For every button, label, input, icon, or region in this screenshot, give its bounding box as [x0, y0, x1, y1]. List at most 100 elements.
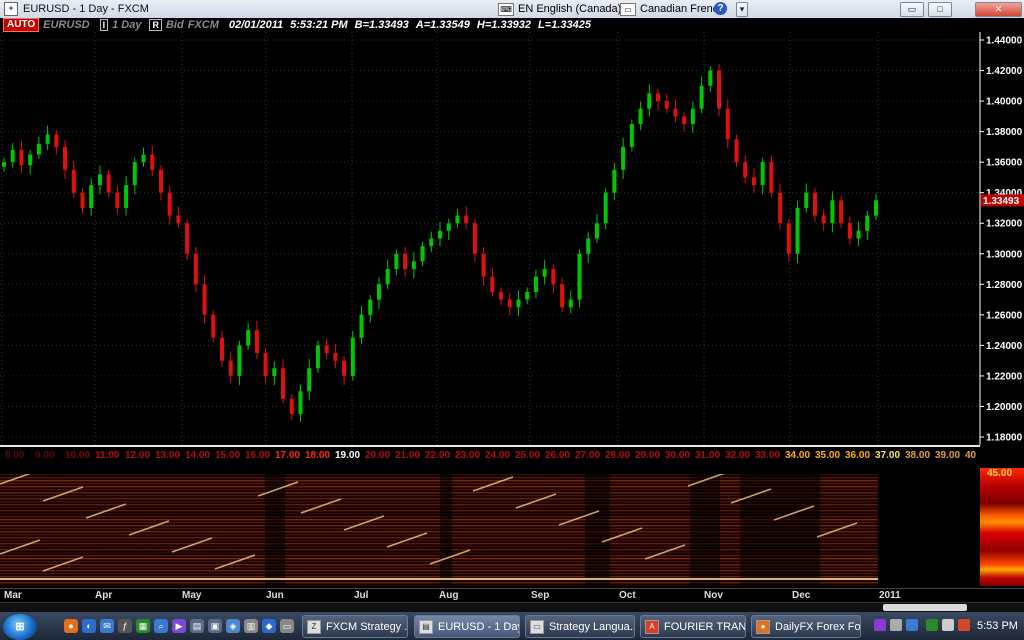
tray-icon-d[interactable] — [958, 619, 970, 631]
price-chart[interactable]: 1.440001.420001.400001.380001.360001.340… — [0, 32, 1024, 445]
taskbar-item-eurusd[interactable]: ▤EURUSD - 1 Day ... — [414, 615, 520, 638]
candle-body — [577, 253, 582, 300]
scrollbar-thumb[interactable] — [883, 604, 967, 611]
candle-body — [158, 169, 163, 193]
candle-body — [307, 368, 312, 392]
candle-body — [664, 101, 669, 109]
close-button[interactable]: ✕ — [975, 2, 1022, 17]
candle-body — [594, 223, 599, 239]
candle-body — [812, 192, 817, 216]
candle-body — [141, 154, 146, 163]
candle-body — [533, 276, 538, 292]
candle-body — [281, 368, 286, 399]
cycle-period-label: 17.00 — [275, 450, 301, 461]
source-label: Bid — [165, 19, 184, 31]
interval-button[interactable]: I — [99, 19, 109, 31]
candle-body — [324, 345, 329, 354]
candle-body — [699, 85, 704, 109]
help-icon[interactable]: ? — [714, 2, 727, 15]
candle-body — [350, 337, 355, 376]
candle-body — [778, 192, 783, 224]
heat-dark-region — [690, 474, 720, 586]
tray-icon-c[interactable] — [906, 619, 918, 631]
mail-icon[interactable]: ✉ — [100, 619, 114, 633]
taskbar-item-fxcm-strategy[interactable]: Z FXCM Strategy ... — [302, 615, 408, 638]
cycle-period-label: 24.00 — [485, 450, 511, 461]
browser-icon[interactable]: ◐ — [82, 619, 96, 633]
window-title: EURUSD - 1 Day - FXCM — [23, 3, 149, 15]
cycle-period-label: 14.00 — [185, 450, 211, 461]
tray-icon-a[interactable] — [874, 619, 886, 631]
cycle-period-row: 8.00 9.00 10.00 11.00 12.00 13.00 14.00 15.00 16… — [0, 450, 980, 464]
ask-label: A=1.33549 — [415, 19, 470, 31]
candle-body — [847, 223, 852, 239]
start-button[interactable]: ⊞ — [3, 614, 37, 640]
candle-body — [560, 284, 565, 308]
candle-body — [464, 215, 469, 224]
candle-body — [769, 162, 774, 193]
panel-separator[interactable] — [0, 445, 980, 447]
spreadsheet-icon[interactable]: ▦ — [136, 619, 150, 633]
candle-body — [132, 162, 137, 186]
cycle-period-label: 30.00 — [665, 450, 691, 461]
auto-scale-button[interactable]: AUTO — [3, 18, 40, 32]
restore-button[interactable]: ▭ — [900, 2, 924, 17]
app-icon-d[interactable]: ▥ — [244, 619, 258, 633]
candle-body — [551, 269, 556, 285]
candle-body — [124, 185, 129, 208]
heat-dark-region — [440, 474, 452, 586]
volume-icon[interactable] — [942, 619, 954, 631]
app-icon: ✦ — [4, 2, 18, 16]
candle-body — [89, 185, 94, 208]
candle-body — [54, 134, 59, 147]
time-axis-label: Oct — [619, 590, 636, 601]
candle-body — [411, 261, 416, 270]
taskbar-item-dailyfx[interactable]: ● DailyFX Forex Fo... — [751, 615, 861, 638]
cycle-period-label: 25.00 — [515, 450, 541, 461]
cycle-period-label: 16.00 — [245, 450, 271, 461]
candle-body — [638, 108, 643, 124]
cycle-period-label: 27.00 — [575, 450, 601, 461]
language-bar-minimize[interactable]: ▾ — [736, 2, 748, 17]
language-indicator[interactable]: ⌨ EN English (Canada) — [498, 1, 621, 17]
cycle-period-label: 28.00 — [605, 450, 631, 461]
cycle-period-label: 32.00 — [725, 450, 751, 461]
keyboard-layout-indicator[interactable]: ▭ Canadian French — [620, 1, 724, 17]
price-tick-label: 1.18000 — [986, 433, 1023, 444]
cycle-period-label: 34.00 — [785, 450, 811, 461]
taskbar-item-fourier[interactable]: AFOURIER TRANS... — [640, 615, 746, 638]
feed-label: FXCM — [187, 19, 219, 31]
maximize-button[interactable]: □ — [928, 2, 952, 17]
price-tick-label: 1.38000 — [986, 127, 1023, 138]
price-tick-label: 1.30000 — [986, 249, 1023, 260]
range-button[interactable]: R — [149, 19, 162, 31]
candle-body — [115, 192, 120, 208]
app-icon-b[interactable]: ▣ — [208, 619, 222, 633]
heat-scale-label: 45.00 — [987, 468, 1013, 479]
time-axis: Mar Apr May Jun Jul Aug Sep Oct Nov Dec 2011 — [0, 588, 1024, 603]
fxcm-app-icon: Z — [307, 619, 321, 634]
media-icon[interactable]: ▶ — [172, 619, 186, 633]
app-icon-a[interactable]: ▤ — [190, 619, 204, 633]
app-icon-c[interactable]: ◈ — [226, 619, 240, 633]
candle-body — [97, 174, 102, 186]
app-icon-f[interactable]: ▭ — [280, 619, 294, 633]
network-icon[interactable] — [926, 619, 938, 631]
search-icon[interactable]: ⌕ — [154, 619, 168, 633]
time-axis-label: Mar — [4, 590, 22, 601]
tray-icon-b[interactable] — [890, 619, 902, 631]
candle-body — [298, 391, 303, 415]
firefox-task-icon: ● — [756, 619, 770, 634]
cycle-period-label: 26.00 — [545, 450, 571, 461]
candle-body — [568, 299, 573, 308]
time-axis-label: Aug — [439, 590, 459, 601]
time-axis-label: 2011 — [879, 590, 901, 601]
fx-icon[interactable]: ƒ — [118, 619, 132, 633]
candle-body — [507, 299, 512, 308]
symbol-label: EURUSD — [43, 19, 90, 31]
firefox-icon[interactable]: ● — [64, 619, 78, 633]
price-tick-label: 1.28000 — [986, 280, 1023, 291]
taskbar-item-strategy-language[interactable]: ▭ Strategy Langua... — [525, 615, 635, 638]
app-icon-e[interactable]: ◆ — [262, 619, 276, 633]
fourier-heatmap[interactable] — [0, 469, 878, 586]
